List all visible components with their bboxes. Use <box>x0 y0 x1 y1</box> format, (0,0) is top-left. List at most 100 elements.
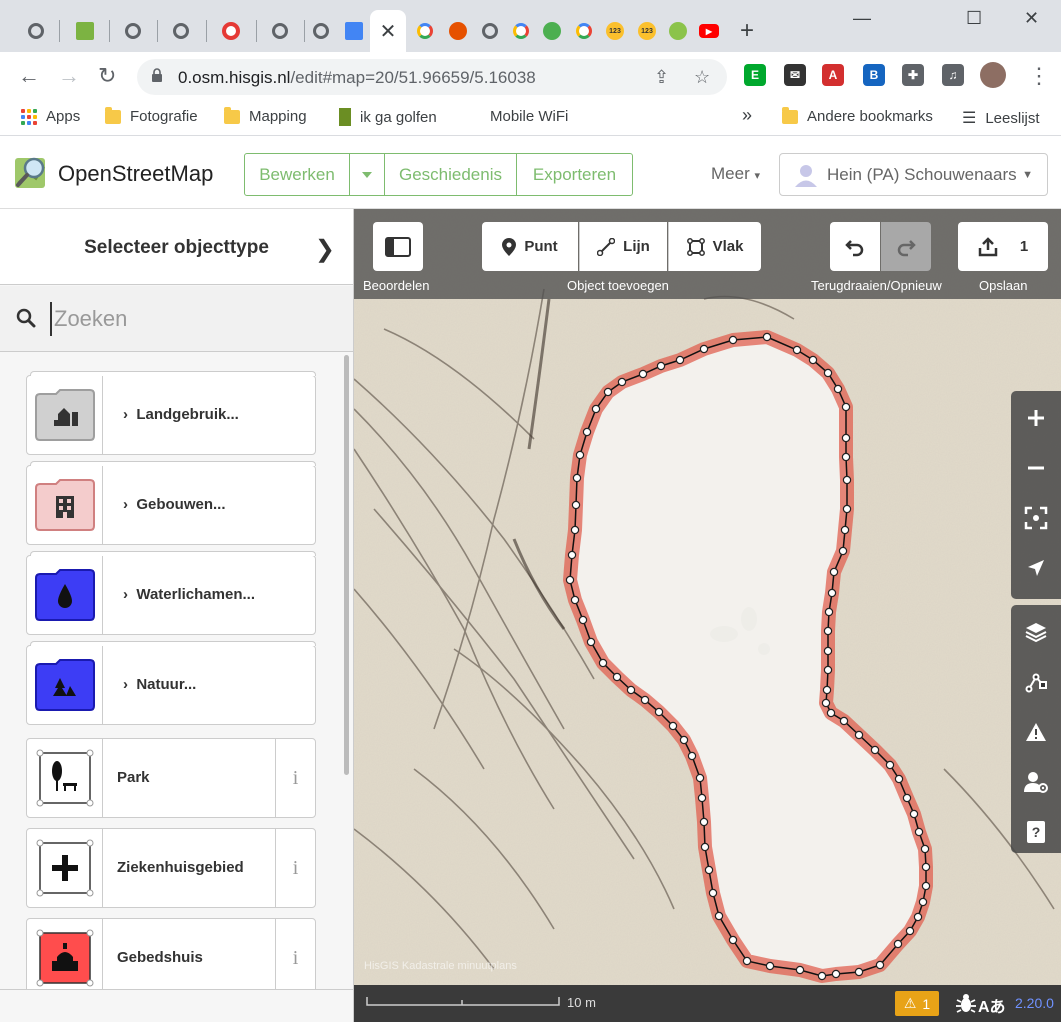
browser-tab[interactable] <box>476 10 504 52</box>
bookmark-extension-icon[interactable]: B <box>863 64 885 86</box>
area-vertex[interactable] <box>829 567 839 577</box>
map-canvas[interactable] <box>354 209 1061 985</box>
area-vertex[interactable] <box>841 452 851 462</box>
area-vertex[interactable] <box>792 345 802 355</box>
area-vertex[interactable] <box>909 809 919 819</box>
undo-button[interactable] <box>830 222 880 271</box>
area-vertex[interactable] <box>826 708 836 718</box>
area-vertex[interactable] <box>817 971 827 981</box>
area-vertex[interactable] <box>708 888 718 898</box>
version-link[interactable]: 2.20.0 <box>1015 995 1054 1011</box>
area-vertex[interactable] <box>854 967 864 977</box>
bookmark-ik-ga-golfen[interactable]: ik ga golfen <box>339 108 437 126</box>
area-vertex[interactable] <box>728 935 738 945</box>
area-vertex[interactable] <box>668 721 678 731</box>
area-vertex[interactable] <box>823 368 833 378</box>
area-vertex[interactable] <box>842 504 852 514</box>
area-vertex[interactable] <box>675 355 685 365</box>
preset-category-landuse[interactable]: › Landgebruik... <box>26 371 316 455</box>
area-vertex[interactable] <box>920 844 930 854</box>
area-vertex[interactable] <box>697 793 707 803</box>
browser-tab[interactable] <box>538 10 566 52</box>
area-vertex[interactable] <box>687 751 697 761</box>
area-vertex[interactable] <box>905 926 915 936</box>
map-data-button[interactable] <box>1011 657 1061 707</box>
back-button[interactable]: ← <box>18 64 40 88</box>
area-vertex[interactable] <box>582 427 592 437</box>
browser-tab[interactable] <box>217 10 245 52</box>
browser-tab[interactable] <box>444 10 472 52</box>
area-vertex[interactable] <box>902 793 912 803</box>
area-vertex[interactable] <box>612 672 622 682</box>
edit-button[interactable]: Bewerken <box>244 153 350 196</box>
issues-count-badge[interactable]: ⚠ 1 <box>895 991 939 1016</box>
area-vertex[interactable] <box>570 525 580 535</box>
area-vertex[interactable] <box>921 881 931 891</box>
export-button[interactable]: Exporteren <box>516 153 633 196</box>
area-vertex[interactable] <box>822 685 832 695</box>
edit-dropdown-button[interactable] <box>349 153 385 196</box>
preset-category-water[interactable]: › Waterlichamen... <box>26 551 316 635</box>
area-vertex[interactable] <box>704 865 714 875</box>
bookmark-folder-mapping[interactable]: Mapping <box>224 106 307 125</box>
save-button[interactable]: 1 <box>958 222 1048 271</box>
area-vertex[interactable] <box>571 500 581 510</box>
area-vertex[interactable] <box>808 355 818 365</box>
area-vertex[interactable] <box>656 361 666 371</box>
area-vertex[interactable] <box>821 698 831 708</box>
area-vertex[interactable] <box>654 707 664 717</box>
browser-tab[interactable]: 123 <box>601 10 629 52</box>
add-line-button[interactable]: Lijn <box>579 222 667 271</box>
media-control-icon[interactable]: ♫ <box>942 64 964 86</box>
area-vertex[interactable] <box>578 615 588 625</box>
browser-tab[interactable] <box>307 10 335 52</box>
zoom-out-button[interactable] <box>1011 443 1061 493</box>
area-vertex[interactable] <box>833 384 843 394</box>
area-vertex[interactable] <box>638 369 648 379</box>
area-vertex[interactable] <box>838 546 848 556</box>
browser-tab[interactable] <box>507 10 535 52</box>
mail-extension-icon[interactable]: ✉ <box>784 64 806 86</box>
area-vertex[interactable] <box>695 773 705 783</box>
more-menu-button[interactable]: Meer ▾ <box>711 164 760 184</box>
chrome-menu-icon[interactable]: ⋮ <box>1028 64 1050 88</box>
preset-category-nature[interactable]: › Natuur... <box>26 641 316 725</box>
area-vertex[interactable] <box>893 939 903 949</box>
redo-button[interactable] <box>881 222 931 271</box>
imagery-attribution[interactable]: HisGIS Kadastrale minuutplans <box>364 960 517 972</box>
extensions-puzzle-icon[interactable]: ✚ <box>902 64 924 86</box>
share-icon[interactable]: ⇪ <box>654 67 669 88</box>
area-vertex[interactable] <box>840 525 850 535</box>
area-vertex[interactable] <box>762 332 772 342</box>
reading-list-button[interactable]: ☰ Leeslijst <box>962 108 1040 128</box>
browser-tab[interactable]: 123 <box>633 10 661 52</box>
issues-button[interactable] <box>1011 707 1061 757</box>
area-vertex[interactable] <box>586 637 596 647</box>
area-vertex[interactable] <box>841 433 851 443</box>
area-vertex[interactable] <box>565 575 575 585</box>
geolocate-button[interactable] <box>1011 543 1061 593</box>
maximize-button[interactable]: ☐ <box>966 8 982 29</box>
area-vertex[interactable] <box>831 969 841 979</box>
address-bar[interactable]: 0.osm.hisgis.nl/edit#map=20/51.96659/5.1… <box>137 59 727 95</box>
area-vertex[interactable] <box>894 774 904 784</box>
area-vertex[interactable] <box>914 827 924 837</box>
area-vertex[interactable] <box>640 695 650 705</box>
zoom-to-selection-button[interactable] <box>1011 493 1061 543</box>
area-vertex[interactable] <box>699 344 709 354</box>
help-button[interactable]: ? <box>1011 807 1061 857</box>
apps-bookmark[interactable]: Apps <box>21 108 80 125</box>
area-vertex[interactable] <box>823 626 833 636</box>
area-vertex[interactable] <box>921 862 931 872</box>
browser-tab[interactable]: ▶ <box>695 10 723 52</box>
area-vertex[interactable] <box>714 911 724 921</box>
area-vertex[interactable] <box>842 475 852 485</box>
area-vertex[interactable] <box>567 550 577 560</box>
osm-title[interactable]: OpenStreetMap <box>58 161 213 187</box>
preset-hospital[interactable]: Ziekenhuisgebied i <box>26 828 316 908</box>
forward-button[interactable]: → <box>58 64 80 88</box>
area-vertex[interactable] <box>679 735 689 745</box>
add-area-button[interactable]: Vlak <box>668 222 761 271</box>
browser-tab[interactable] <box>570 10 598 52</box>
osm-logo-icon[interactable] <box>14 155 50 191</box>
